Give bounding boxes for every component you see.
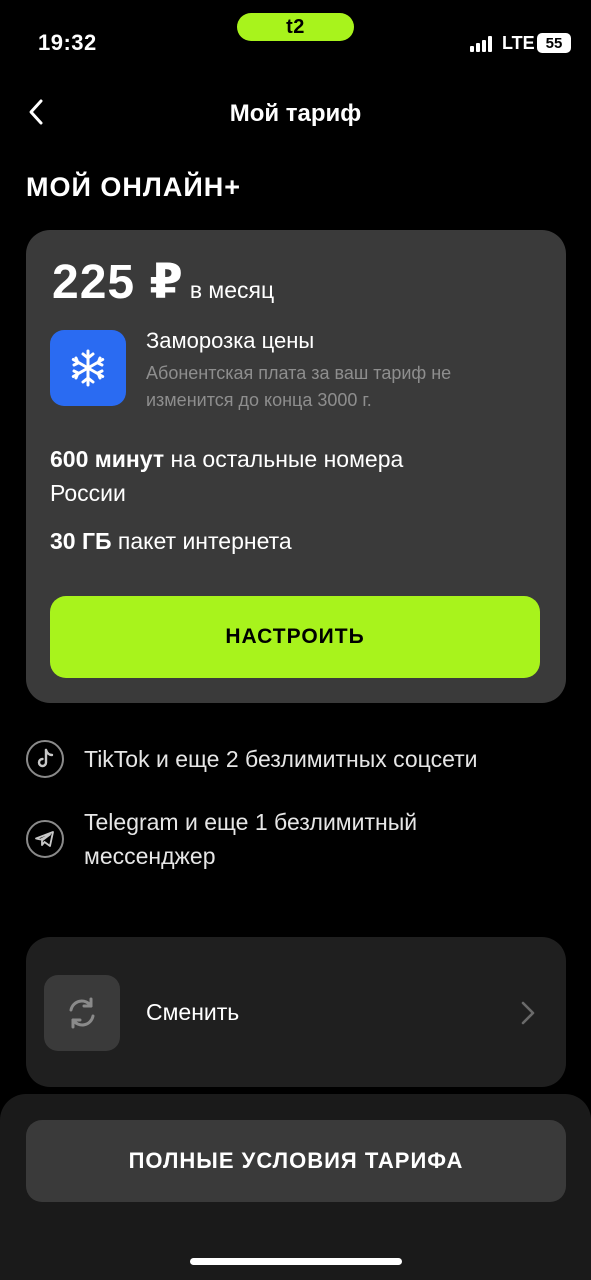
price-freeze-title: Заморозка цены (146, 328, 315, 353)
perk-social-text: TikTok и еще 2 безлимитных соцсети (84, 746, 478, 772)
price-amount: 225 ₽ (52, 256, 184, 309)
home-indicator[interactable] (190, 1258, 402, 1265)
brand-logo: t2 (237, 13, 354, 41)
snowflake-icon (50, 330, 126, 406)
page-title: Мой тариф (229, 100, 362, 127)
data-feature: 30 ГБ пакет интернета (50, 524, 292, 558)
tariff-card: 225 ₽ в месяц Заморозка цены Абонентская… (26, 230, 566, 703)
change-tariff-label: Сменить (146, 999, 240, 1025)
bottom-sheet: ПОЛНЫЕ УСЛОВИЯ ТАРИФА (0, 1094, 591, 1280)
configure-button[interactable]: НАСТРОИТЬ (50, 596, 540, 678)
price-period: в месяц (189, 277, 275, 303)
perk-messenger[interactable]: Telegram и еще 1 безлимитный мессенджер (26, 805, 504, 873)
minutes-amount: 600 минут (50, 446, 165, 472)
data-amount: 30 ГБ (50, 528, 112, 554)
price-row: 225 ₽ в месяц (52, 254, 274, 310)
tiktok-icon (26, 740, 64, 778)
signal-icon (470, 36, 494, 52)
perk-messenger-text: Telegram и еще 1 безлимитный мессенджер (84, 809, 418, 869)
minutes-feature: 600 минут на остальные номера России (50, 442, 470, 510)
chevron-right-icon (521, 1001, 535, 1025)
data-description: пакет интернета (111, 528, 292, 554)
refresh-icon (44, 975, 120, 1051)
network-type: LTE (502, 33, 535, 53)
change-tariff-card[interactable]: Сменить (26, 937, 566, 1087)
status-time: 19:32 (38, 30, 97, 55)
telegram-icon (26, 820, 64, 858)
perk-social[interactable]: TikTok и еще 2 безлимитных соцсети (26, 740, 478, 778)
battery-icon: 55 (537, 33, 571, 53)
tariff-name: МОЙ ОНЛАЙН+ (26, 172, 242, 202)
status-bar: 19:32 t2 LTE 55 (0, 0, 591, 80)
full-terms-button[interactable]: ПОЛНЫЕ УСЛОВИЯ ТАРИФА (26, 1120, 566, 1202)
price-freeze-description: Абонентская плата за ваш тариф не измени… (146, 363, 452, 410)
battery-level: 55 (545, 34, 563, 52)
